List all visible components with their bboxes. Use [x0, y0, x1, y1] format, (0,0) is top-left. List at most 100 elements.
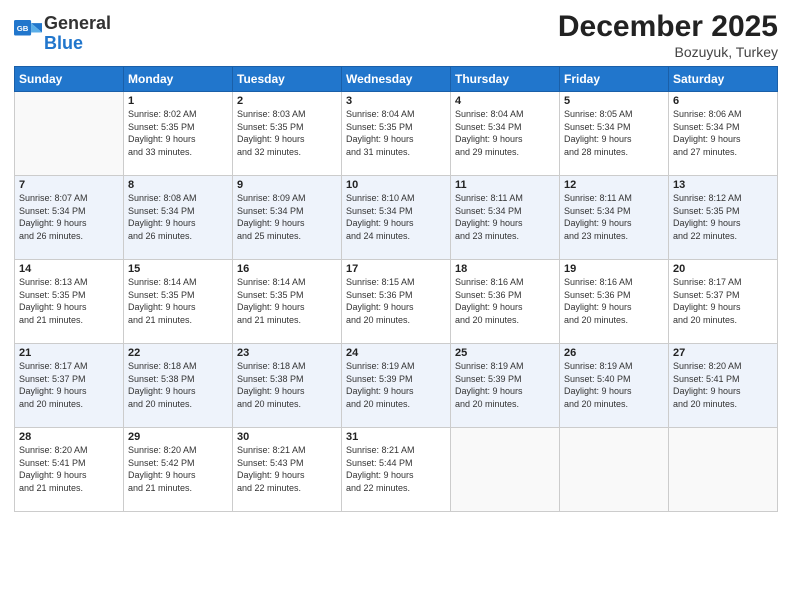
day-info: Sunrise: 8:16 AMSunset: 5:36 PMDaylight:… — [564, 276, 664, 326]
day-info: Sunrise: 8:21 AMSunset: 5:43 PMDaylight:… — [237, 444, 337, 494]
page-container: GB General Blue December 2025 Bozuyuk, T… — [0, 0, 792, 612]
day-number: 17 — [346, 263, 446, 275]
day-info: Sunrise: 8:17 AMSunset: 5:37 PMDaylight:… — [19, 360, 119, 410]
day-info: Sunrise: 8:19 AMSunset: 5:39 PMDaylight:… — [346, 360, 446, 410]
day-info: Sunrise: 8:18 AMSunset: 5:38 PMDaylight:… — [128, 360, 228, 410]
calendar-cell: 9Sunrise: 8:09 AMSunset: 5:34 PMDaylight… — [233, 176, 342, 260]
header: GB General Blue December 2025 Bozuyuk, T… — [14, 10, 778, 60]
day-info: Sunrise: 8:14 AMSunset: 5:35 PMDaylight:… — [128, 276, 228, 326]
day-number: 22 — [128, 347, 228, 359]
location: Bozuyuk, Turkey — [558, 44, 778, 60]
day-number: 29 — [128, 431, 228, 443]
calendar-cell: 6Sunrise: 8:06 AMSunset: 5:34 PMDaylight… — [669, 92, 778, 176]
calendar-cell: 14Sunrise: 8:13 AMSunset: 5:35 PMDayligh… — [15, 260, 124, 344]
logo: GB General Blue — [14, 14, 111, 54]
day-number: 24 — [346, 347, 446, 359]
calendar-week-row: 21Sunrise: 8:17 AMSunset: 5:37 PMDayligh… — [15, 344, 778, 428]
day-info: Sunrise: 8:16 AMSunset: 5:36 PMDaylight:… — [455, 276, 555, 326]
day-number: 14 — [19, 263, 119, 275]
calendar-cell: 16Sunrise: 8:14 AMSunset: 5:35 PMDayligh… — [233, 260, 342, 344]
day-number: 18 — [455, 263, 555, 275]
calendar-cell — [451, 428, 560, 512]
col-friday: Friday — [560, 67, 669, 92]
day-info: Sunrise: 8:05 AMSunset: 5:34 PMDaylight:… — [564, 108, 664, 158]
calendar-cell: 4Sunrise: 8:04 AMSunset: 5:34 PMDaylight… — [451, 92, 560, 176]
day-number: 26 — [564, 347, 664, 359]
calendar-table: Sunday Monday Tuesday Wednesday Thursday… — [14, 66, 778, 512]
calendar-week-row: 7Sunrise: 8:07 AMSunset: 5:34 PMDaylight… — [15, 176, 778, 260]
calendar-cell: 21Sunrise: 8:17 AMSunset: 5:37 PMDayligh… — [15, 344, 124, 428]
day-info: Sunrise: 8:19 AMSunset: 5:39 PMDaylight:… — [455, 360, 555, 410]
calendar-cell: 2Sunrise: 8:03 AMSunset: 5:35 PMDaylight… — [233, 92, 342, 176]
calendar-cell: 11Sunrise: 8:11 AMSunset: 5:34 PMDayligh… — [451, 176, 560, 260]
col-thursday: Thursday — [451, 67, 560, 92]
calendar-cell: 7Sunrise: 8:07 AMSunset: 5:34 PMDaylight… — [15, 176, 124, 260]
calendar-cell: 23Sunrise: 8:18 AMSunset: 5:38 PMDayligh… — [233, 344, 342, 428]
day-info: Sunrise: 8:03 AMSunset: 5:35 PMDaylight:… — [237, 108, 337, 158]
day-info: Sunrise: 8:10 AMSunset: 5:34 PMDaylight:… — [346, 192, 446, 242]
day-info: Sunrise: 8:21 AMSunset: 5:44 PMDaylight:… — [346, 444, 446, 494]
calendar-cell: 19Sunrise: 8:16 AMSunset: 5:36 PMDayligh… — [560, 260, 669, 344]
title-block: December 2025 Bozuyuk, Turkey — [558, 10, 778, 60]
day-number: 2 — [237, 95, 337, 107]
day-number: 21 — [19, 347, 119, 359]
day-number: 16 — [237, 263, 337, 275]
col-wednesday: Wednesday — [342, 67, 451, 92]
day-number: 15 — [128, 263, 228, 275]
col-tuesday: Tuesday — [233, 67, 342, 92]
day-number: 31 — [346, 431, 446, 443]
day-number: 8 — [128, 179, 228, 191]
day-info: Sunrise: 8:14 AMSunset: 5:35 PMDaylight:… — [237, 276, 337, 326]
day-number: 23 — [237, 347, 337, 359]
day-number: 28 — [19, 431, 119, 443]
calendar-cell: 26Sunrise: 8:19 AMSunset: 5:40 PMDayligh… — [560, 344, 669, 428]
day-info: Sunrise: 8:17 AMSunset: 5:37 PMDaylight:… — [673, 276, 773, 326]
calendar-week-row: 14Sunrise: 8:13 AMSunset: 5:35 PMDayligh… — [15, 260, 778, 344]
col-monday: Monday — [124, 67, 233, 92]
day-info: Sunrise: 8:13 AMSunset: 5:35 PMDaylight:… — [19, 276, 119, 326]
day-number: 6 — [673, 95, 773, 107]
calendar-cell: 5Sunrise: 8:05 AMSunset: 5:34 PMDaylight… — [560, 92, 669, 176]
day-info: Sunrise: 8:04 AMSunset: 5:34 PMDaylight:… — [455, 108, 555, 158]
calendar-cell: 3Sunrise: 8:04 AMSunset: 5:35 PMDaylight… — [342, 92, 451, 176]
day-info: Sunrise: 8:19 AMSunset: 5:40 PMDaylight:… — [564, 360, 664, 410]
calendar-cell: 12Sunrise: 8:11 AMSunset: 5:34 PMDayligh… — [560, 176, 669, 260]
calendar-cell: 28Sunrise: 8:20 AMSunset: 5:41 PMDayligh… — [15, 428, 124, 512]
day-number: 1 — [128, 95, 228, 107]
day-number: 13 — [673, 179, 773, 191]
logo-icon: GB — [14, 20, 42, 48]
calendar-cell: 15Sunrise: 8:14 AMSunset: 5:35 PMDayligh… — [124, 260, 233, 344]
calendar-cell: 13Sunrise: 8:12 AMSunset: 5:35 PMDayligh… — [669, 176, 778, 260]
day-info: Sunrise: 8:20 AMSunset: 5:42 PMDaylight:… — [128, 444, 228, 494]
svg-text:GB: GB — [17, 24, 29, 33]
calendar-cell — [15, 92, 124, 176]
logo-general: General — [44, 13, 111, 33]
day-number: 10 — [346, 179, 446, 191]
col-saturday: Saturday — [669, 67, 778, 92]
calendar-cell: 25Sunrise: 8:19 AMSunset: 5:39 PMDayligh… — [451, 344, 560, 428]
calendar-week-row: 1Sunrise: 8:02 AMSunset: 5:35 PMDaylight… — [15, 92, 778, 176]
day-number: 12 — [564, 179, 664, 191]
day-info: Sunrise: 8:20 AMSunset: 5:41 PMDaylight:… — [19, 444, 119, 494]
day-info: Sunrise: 8:11 AMSunset: 5:34 PMDaylight:… — [564, 192, 664, 242]
day-number: 3 — [346, 95, 446, 107]
calendar-cell: 30Sunrise: 8:21 AMSunset: 5:43 PMDayligh… — [233, 428, 342, 512]
calendar-cell: 17Sunrise: 8:15 AMSunset: 5:36 PMDayligh… — [342, 260, 451, 344]
day-number: 9 — [237, 179, 337, 191]
day-number: 7 — [19, 179, 119, 191]
calendar-cell: 8Sunrise: 8:08 AMSunset: 5:34 PMDaylight… — [124, 176, 233, 260]
day-info: Sunrise: 8:11 AMSunset: 5:34 PMDaylight:… — [455, 192, 555, 242]
header-row: Sunday Monday Tuesday Wednesday Thursday… — [15, 67, 778, 92]
calendar-cell: 20Sunrise: 8:17 AMSunset: 5:37 PMDayligh… — [669, 260, 778, 344]
logo-blue: Blue — [44, 33, 83, 53]
day-info: Sunrise: 8:20 AMSunset: 5:41 PMDaylight:… — [673, 360, 773, 410]
day-number: 25 — [455, 347, 555, 359]
logo-text: General Blue — [44, 14, 111, 54]
calendar-cell — [560, 428, 669, 512]
day-info: Sunrise: 8:08 AMSunset: 5:34 PMDaylight:… — [128, 192, 228, 242]
day-number: 20 — [673, 263, 773, 275]
day-number: 5 — [564, 95, 664, 107]
calendar-cell: 1Sunrise: 8:02 AMSunset: 5:35 PMDaylight… — [124, 92, 233, 176]
calendar-cell: 22Sunrise: 8:18 AMSunset: 5:38 PMDayligh… — [124, 344, 233, 428]
calendar-week-row: 28Sunrise: 8:20 AMSunset: 5:41 PMDayligh… — [15, 428, 778, 512]
